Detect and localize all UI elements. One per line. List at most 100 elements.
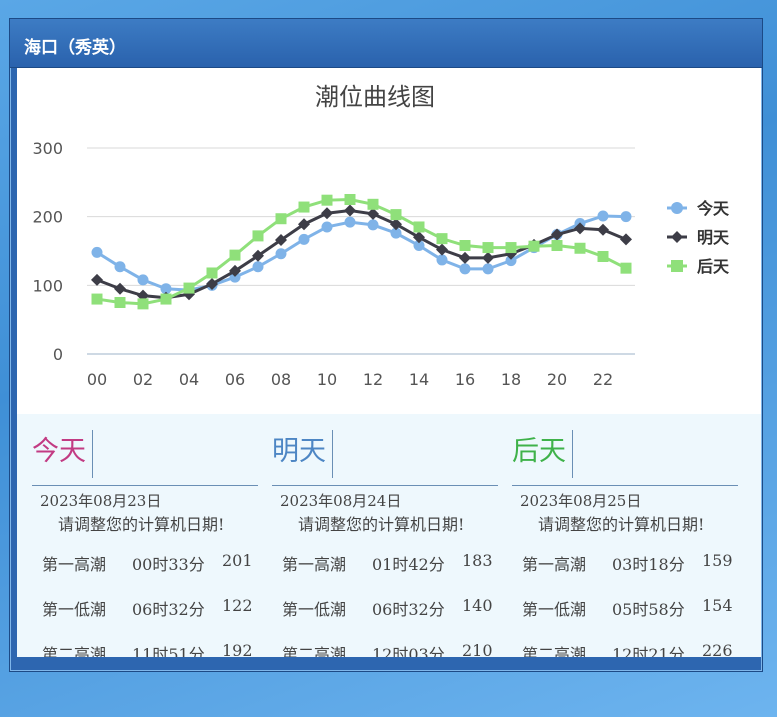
- day-title: 今天: [32, 430, 93, 478]
- data-point: [298, 201, 310, 213]
- data-point: [413, 221, 425, 233]
- tide-row: 第一低潮 06时32分 140: [282, 596, 498, 619]
- panel-header: 海口（秀英）: [10, 19, 762, 68]
- y-tick-label: 0: [53, 345, 63, 364]
- x-tick-label: 22: [593, 370, 613, 389]
- tide-height: 122: [222, 596, 253, 615]
- tide-height: 226: [702, 641, 733, 657]
- day-title: 后天: [512, 430, 573, 478]
- legend-label: 明天: [697, 228, 730, 247]
- data-point: [344, 194, 356, 205]
- day-divider: [512, 485, 738, 486]
- legend-marker: [671, 202, 683, 214]
- data-point: [160, 293, 172, 305]
- x-tick-label: 06: [225, 370, 245, 389]
- x-tick-label: 08: [271, 370, 291, 389]
- data-point: [344, 204, 356, 217]
- tide-time: 12时03分: [372, 645, 445, 657]
- tide-name: 第二高潮: [42, 645, 107, 657]
- series-line: [96, 214, 627, 292]
- data-point: [597, 250, 609, 262]
- tide-time: 05时58分: [612, 600, 685, 619]
- data-point: [459, 263, 471, 275]
- tide-row: 第一高潮 03时18分 159: [522, 551, 738, 574]
- data-point: [344, 216, 356, 228]
- data-point: [114, 261, 126, 273]
- data-point: [413, 231, 425, 244]
- data-point: [91, 273, 103, 286]
- tide-height: 140: [462, 596, 493, 615]
- tide-chart: 潮位曲线图 0 100 200 300 00 02 04 06 08 10 12 14 16 18 20 22 今…: [17, 68, 761, 414]
- data-point: [551, 240, 563, 252]
- x-tick-label: 20: [547, 370, 567, 389]
- data-point: [367, 198, 379, 210]
- x-tick-label: 10: [317, 370, 337, 389]
- data-point: [551, 228, 563, 241]
- x-tick-label: 18: [501, 370, 521, 389]
- day-note: 请调整您的计算机日期!: [538, 515, 705, 534]
- tide-time: 01时42分: [372, 555, 445, 574]
- tide-height: 183: [462, 551, 493, 570]
- tide-name: 第一低潮: [282, 600, 347, 619]
- data-point: [114, 297, 126, 308]
- tide-time: 06时32分: [132, 600, 205, 619]
- data-point: [321, 194, 333, 206]
- legend-label: 后天: [697, 257, 730, 276]
- day-date: 2023年08月23日: [40, 492, 162, 510]
- tide-time: 11时51分: [132, 645, 205, 657]
- data-point: [229, 249, 241, 261]
- data-point: [298, 233, 310, 245]
- data-point: [620, 262, 632, 274]
- data-point: [91, 293, 103, 305]
- data-point: [137, 274, 149, 286]
- x-tick-label: 14: [409, 370, 429, 389]
- tide-height: 210: [462, 641, 493, 657]
- y-tick-label: 100: [32, 276, 63, 295]
- data-point: [252, 230, 264, 242]
- legend-marker: [671, 231, 683, 243]
- data-point: [436, 233, 448, 245]
- tide-name: 第一高潮: [522, 555, 587, 574]
- data-point: [436, 254, 448, 266]
- legend-marker: [671, 260, 683, 272]
- tide-height: 154: [702, 596, 733, 615]
- data-point: [459, 251, 471, 264]
- data-point: [482, 263, 494, 275]
- data-point: [114, 282, 126, 295]
- tide-height: 159: [702, 551, 733, 570]
- tide-time: 03时18分: [612, 555, 685, 574]
- day-column: 后天 2023年08月25日请调整您的计算机日期! 第一高潮 03时18分 159 第一低…: [512, 414, 738, 657]
- day-column: 今天 2023年08月23日 请调整您的计算机日期! 第一高潮 00时33分 201 第一低…: [32, 414, 258, 657]
- tide-row: 第二高潮 12时21分 226: [522, 641, 738, 657]
- x-tick-label: 02: [133, 370, 153, 389]
- tide-name: 第一高潮: [42, 555, 107, 574]
- tide-time: 06时32分: [372, 600, 445, 619]
- data-point: [505, 242, 517, 254]
- x-tick-label: 16: [455, 370, 475, 389]
- tide-row: 第一高潮 00时33分 201: [42, 551, 258, 574]
- data-point: [183, 282, 195, 294]
- tide-name: 第二高潮: [522, 645, 587, 657]
- tide-name: 第一高潮: [282, 555, 347, 574]
- data-point: [482, 251, 494, 264]
- day-date: 2023年08月25日: [520, 492, 642, 510]
- day-date: 2023年08月24日: [280, 492, 402, 510]
- data-point: [620, 211, 632, 223]
- tide-time: 12时21分: [612, 645, 685, 657]
- tide-info-area: 今天 2023年08月23日 请调整您的计算机日期! 第一高潮 00时33分 201 第一低…: [17, 414, 761, 657]
- data-point: [91, 246, 103, 258]
- data-point: [321, 207, 333, 220]
- data-point: [206, 267, 218, 279]
- x-tick-label: 12: [363, 370, 383, 389]
- day-divider: [272, 485, 498, 486]
- day-column: 明天 2023年08月24日 请调整您的计算机日期! 第一高潮 01时42分 183 第一低…: [272, 414, 498, 657]
- tide-time: 00时33分: [132, 555, 205, 574]
- data-point: [275, 248, 287, 260]
- data-point: [482, 242, 494, 254]
- x-tick-label: 00: [87, 370, 107, 389]
- tide-chart-svg: 潮位曲线图 0 100 200 300 00 02 04 06 08 10 12 14 16 18 20 22 今…: [32, 83, 730, 389]
- data-point: [597, 210, 609, 222]
- tide-name: 第一低潮: [522, 600, 587, 619]
- x-tick-label: 04: [179, 370, 199, 389]
- tide-row: 第一低潮 05时58分 154: [522, 596, 738, 619]
